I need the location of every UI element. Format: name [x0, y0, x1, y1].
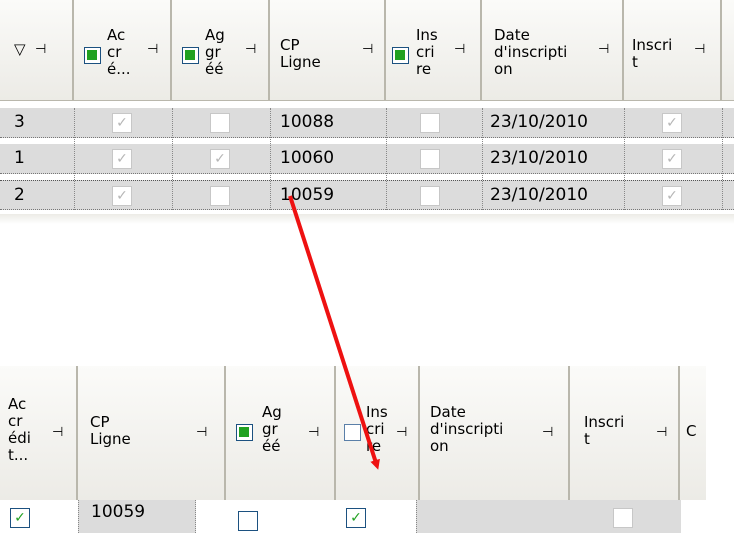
red-arrow — [288, 195, 380, 470]
